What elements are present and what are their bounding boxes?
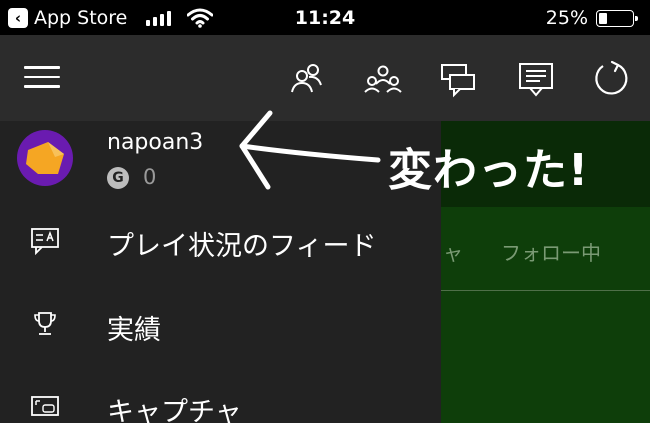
battery-icon — [596, 10, 638, 27]
battery-percentage: 25% — [545, 7, 588, 29]
capture-icon — [31, 396, 59, 416]
tab-divider — [441, 290, 650, 291]
party-icon[interactable] — [363, 59, 403, 99]
messages-icon[interactable] — [438, 59, 478, 99]
menu-item-label: プレイ状況のフィード — [107, 231, 377, 262]
gamerscore-icon: G — [107, 167, 129, 189]
status-bar: ‹ App Store 11:24 25% — [0, 0, 650, 35]
tab-following[interactable]: フォロー中 — [501, 237, 601, 266]
avatar-image — [26, 142, 64, 174]
avatar[interactable] — [17, 130, 73, 186]
feed-icon — [31, 228, 59, 255]
refresh-icon[interactable] — [591, 59, 631, 99]
menu-item-achievements[interactable]: 実績 — [0, 292, 441, 362]
battery-level — [599, 13, 607, 24]
menu-item-label: キャプチャ — [107, 397, 242, 423]
trophy-icon — [34, 312, 56, 335]
menu-item-label: 実績 — [107, 315, 161, 346]
hamburger-menu-icon[interactable] — [24, 66, 60, 88]
activity-feed-icon[interactable] — [516, 59, 556, 99]
menu-item-activity-feed[interactable]: プレイ状況のフィード — [0, 208, 441, 278]
app-header — [0, 35, 650, 121]
gamerscore-value: 0 — [143, 165, 157, 189]
gamertag[interactable]: napoan3 — [107, 130, 203, 155]
navigation-drawer: napoan3 G 0 プレイ状況のフィード 実績 キャプチャ — [0, 121, 441, 423]
friends-icon[interactable] — [287, 59, 327, 99]
annotation-label: 変わった! — [388, 145, 590, 196]
tab-captures-partial[interactable]: ャ — [443, 237, 463, 266]
menu-item-captures[interactable]: キャプチャ — [0, 374, 441, 423]
